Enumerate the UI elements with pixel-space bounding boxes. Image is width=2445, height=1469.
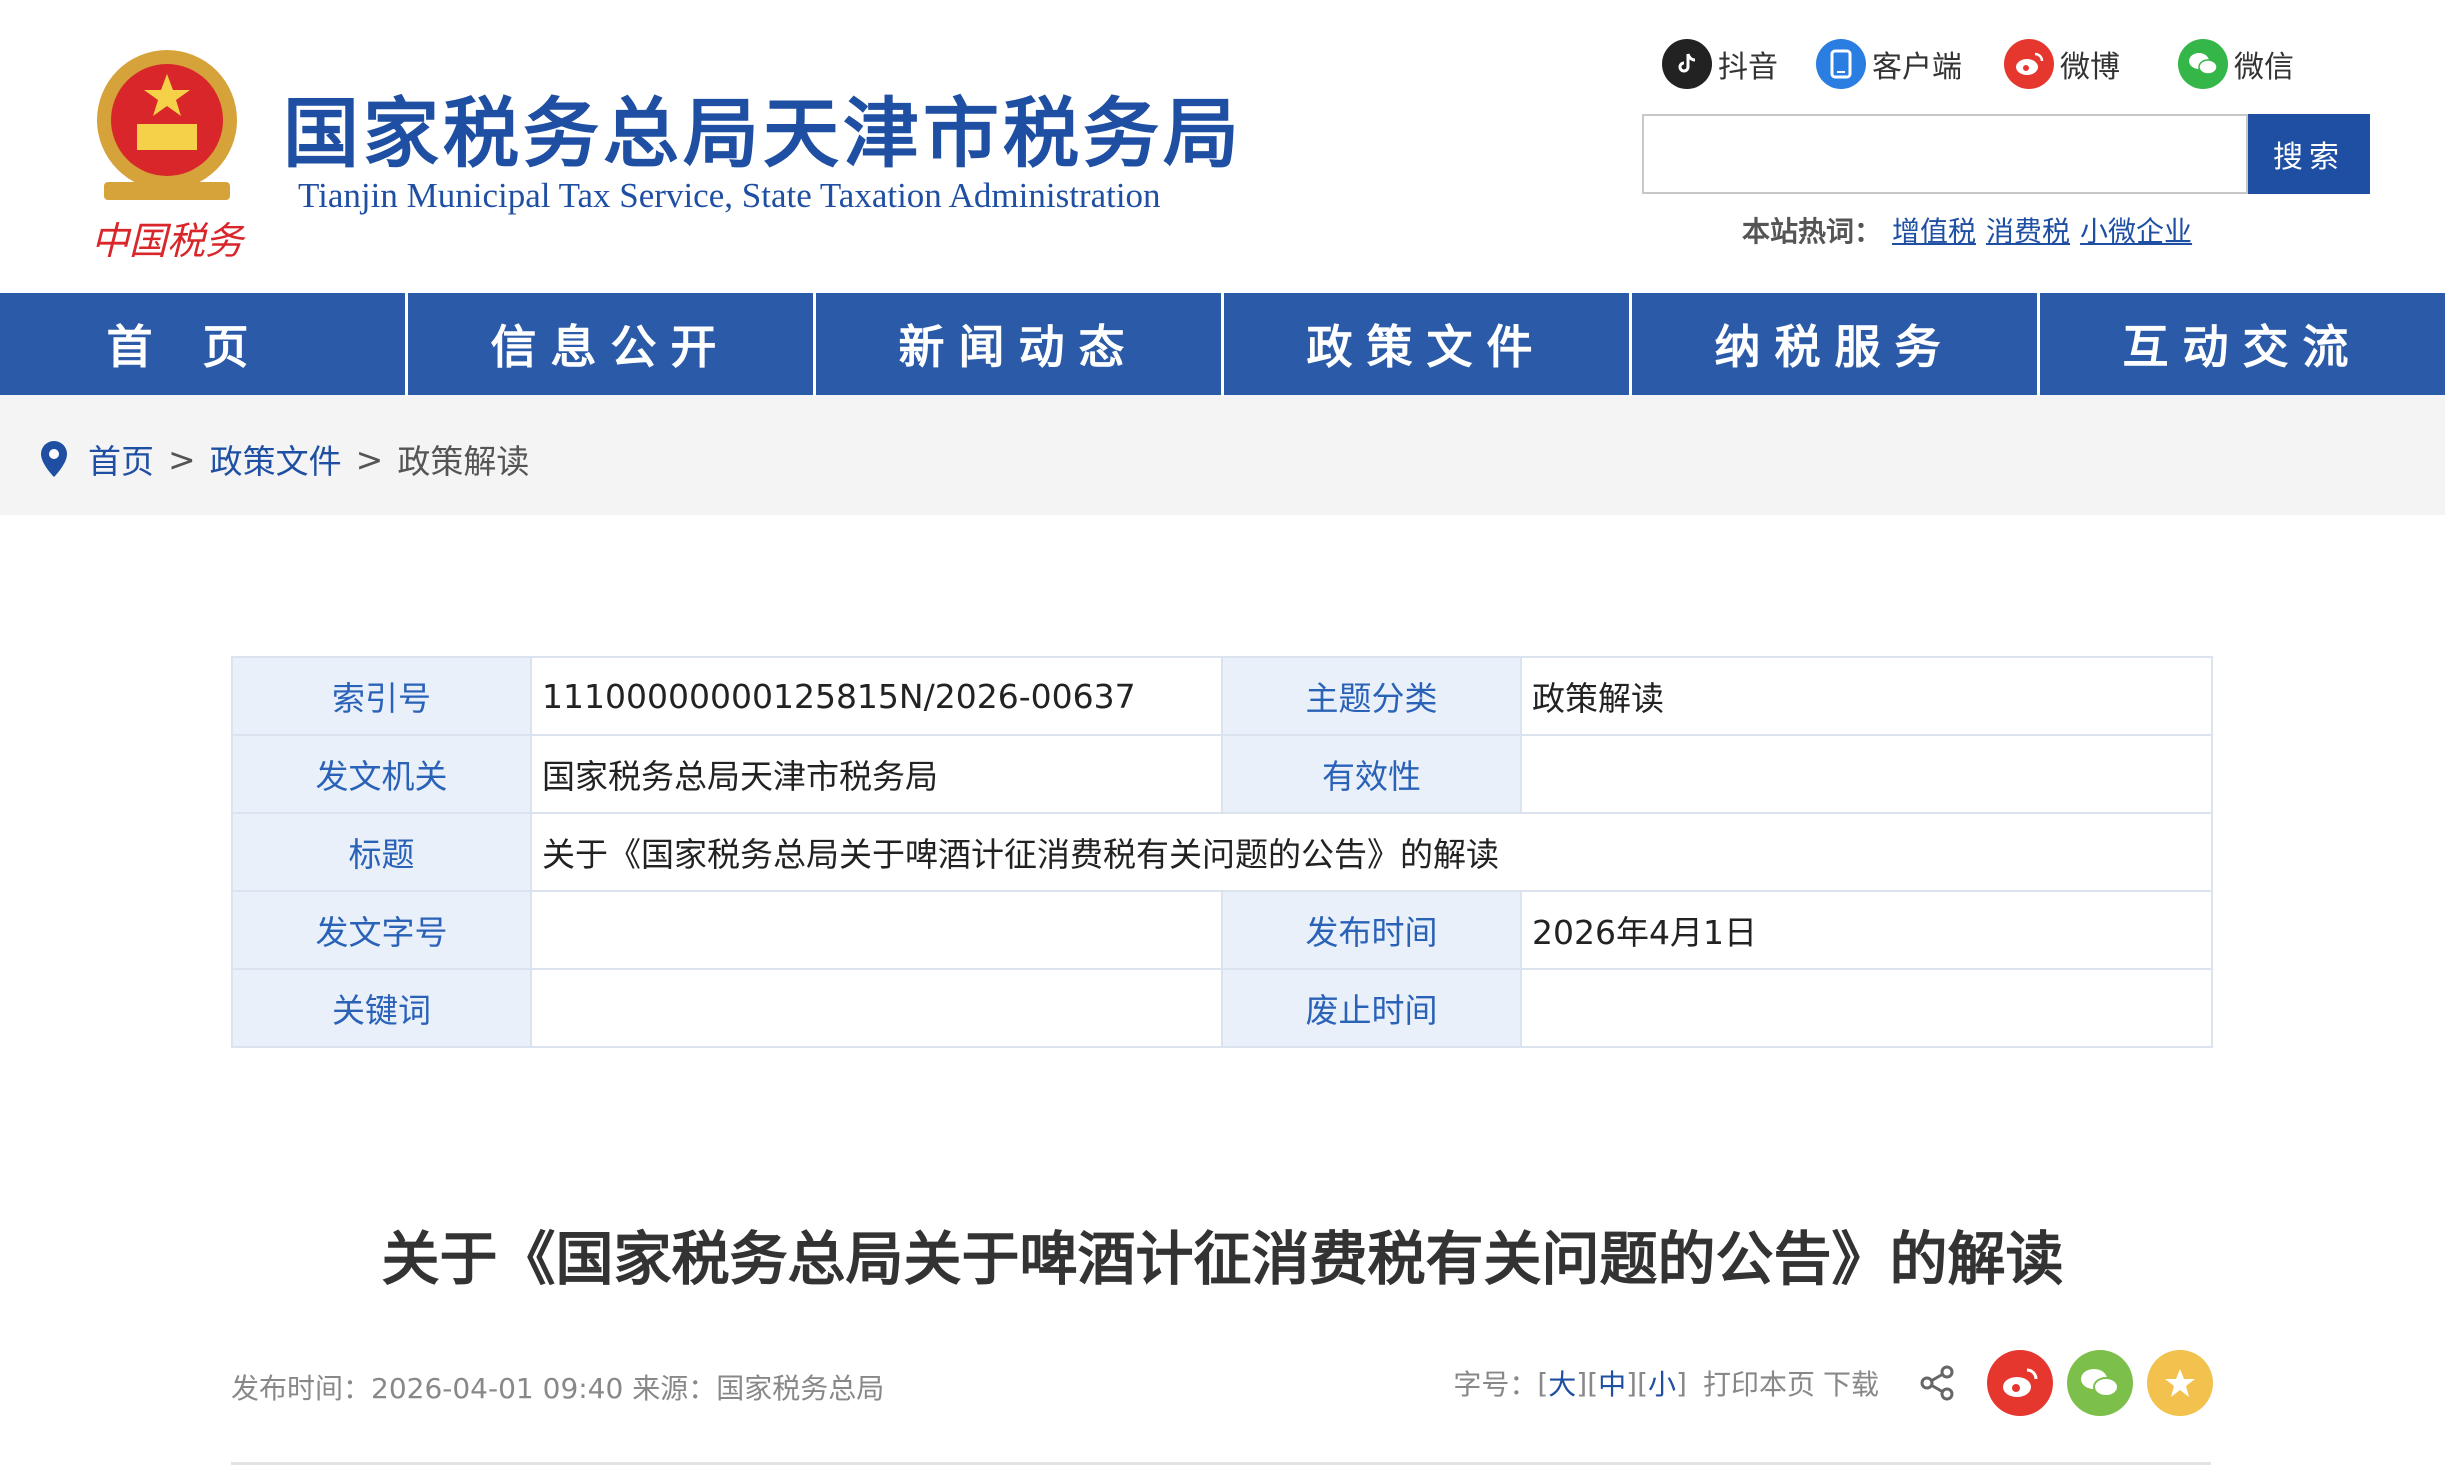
weibo-icon — [2004, 39, 2054, 89]
search-input[interactable] — [1642, 114, 2248, 194]
svg-text:中国税务: 中国税务 — [91, 219, 246, 263]
favorite-star-icon[interactable] — [2147, 1350, 2213, 1416]
share-weibo-icon[interactable] — [1987, 1350, 2053, 1416]
social-label: 微信 — [2234, 50, 2294, 85]
breadcrumb-separator: > — [355, 439, 384, 479]
font-medium-link[interactable]: 中 — [1598, 1363, 1626, 1403]
expiry-value — [1520, 968, 2213, 1048]
font-large-link[interactable]: 大 — [1548, 1363, 1576, 1403]
tiktok-icon — [1662, 39, 1712, 89]
hot-word-link[interactable]: 小微企业 — [2080, 215, 2192, 248]
social-label: 抖音 — [1718, 50, 1778, 85]
index-label: 索引号 — [231, 656, 532, 736]
validity-label: 有效性 — [1221, 734, 1522, 814]
social-wechat-link[interactable]: 微信 — [2178, 36, 2294, 92]
content-divider — [231, 1462, 2211, 1465]
docno-value — [530, 890, 1223, 970]
share-wechat-icon[interactable] — [2067, 1350, 2133, 1416]
nav-item-policy[interactable]: 政策文件 — [1224, 293, 1632, 395]
docno-label: 发文字号 — [231, 890, 532, 970]
table-row: 关键词 废止时间 — [231, 968, 2213, 1048]
hot-word-link[interactable]: 增值税 — [1892, 215, 1976, 248]
title-value: 关于《国家税务总局关于啤酒计征消费税有关问题的公告》的解读 — [530, 812, 2213, 892]
font-small-link[interactable]: 小 — [1648, 1363, 1676, 1403]
topic-label: 主题分类 — [1221, 656, 1522, 736]
hot-words-label: 本站热词： — [1742, 215, 1883, 248]
national-emblem-logo[interactable]: 中国税务 — [82, 42, 252, 267]
site-subtitle: Tianjin Municipal Tax Service, State Tax… — [298, 176, 1161, 215]
table-row: 发文机关 国家税务总局天津市税务局 有效性 — [231, 734, 2213, 814]
share-icon[interactable] — [1917, 1363, 1957, 1403]
breadcrumb-policy-link[interactable]: 政策文件 — [210, 435, 342, 483]
main-nav: 首页 信息公开 新闻动态 政策文件 纳税服务 互动交流 — [0, 293, 2445, 395]
hot-word-link[interactable]: 消费税 — [1986, 215, 2070, 248]
nav-item-interaction[interactable]: 互动交流 — [2040, 293, 2445, 395]
pubdate-value: 2026年4月1日 — [1520, 890, 2213, 970]
nav-item-news[interactable]: 新闻动态 — [816, 293, 1224, 395]
expiry-label: 废止时间 — [1221, 968, 1522, 1048]
table-row: 发文字号 发布时间 2026年4月1日 — [231, 890, 2213, 970]
social-tiktok-link[interactable]: 抖音 — [1662, 36, 1778, 92]
document-info-table: 索引号 11100000000125815N/2026-00637 主题分类 政… — [231, 656, 2213, 1048]
title-label: 标题 — [231, 812, 532, 892]
breadcrumb-separator: > — [168, 439, 196, 479]
article-tools: 字号： [大][中][小] 打印本页 下载 — [1453, 1348, 2213, 1418]
breadcrumb: 首页 > 政策文件 > 政策解读 — [36, 435, 529, 483]
table-row: 索引号 11100000000125815N/2026-00637 主题分类 政… — [231, 656, 2213, 736]
print-link[interactable]: 打印本页 — [1703, 1363, 1815, 1403]
mobile-app-icon — [1816, 39, 1866, 89]
article-title: 关于《国家税务总局关于啤酒计征消费税有关问题的公告》的解读 — [381, 1225, 2064, 1293]
validity-value — [1520, 734, 2213, 814]
social-app-link[interactable]: 客户端 — [1816, 36, 1962, 92]
keywords-label: 关键词 — [231, 968, 532, 1048]
topic-value: 政策解读 — [1520, 656, 2213, 736]
nav-item-home[interactable]: 首页 — [0, 293, 408, 395]
keywords-value — [530, 968, 1223, 1048]
table-row: 标题 关于《国家税务总局关于啤酒计征消费税有关问题的公告》的解读 — [231, 812, 2213, 892]
breadcrumb-current: 政策解读 — [397, 442, 530, 481]
issuer-value: 国家税务总局天津市税务局 — [530, 734, 1223, 814]
nav-item-info-disclosure[interactable]: 信息公开 — [408, 293, 816, 395]
pubdate-label: 发布时间 — [1221, 890, 1522, 970]
breadcrumb-bar: 首页 > 政策文件 > 政策解读 — [0, 395, 2445, 515]
location-pin-icon — [41, 441, 67, 477]
nav-item-tax-service[interactable]: 纳税服务 — [1632, 293, 2040, 395]
wechat-icon — [2178, 39, 2228, 89]
site-header: 中国税务 国家税务总局天津市税务局 Tianjin Municipal Tax … — [0, 0, 2445, 293]
social-label: 客户端 — [1872, 50, 1962, 85]
index-value: 11100000000125815N/2026-00637 — [530, 656, 1223, 736]
article-meta: 发布时间：2026-04-01 09:40 来源：国家税务总局 — [231, 1372, 885, 1405]
issuer-label: 发文机关 — [231, 734, 532, 814]
hot-words: 本站热词： 增值税 消费税 小微企业 — [1742, 210, 2192, 250]
search-button[interactable]: 搜索 — [2248, 114, 2370, 194]
social-label: 微博 — [2060, 50, 2120, 85]
site-title: 国家税务总局天津市税务局 — [283, 89, 1243, 178]
social-weibo-link[interactable]: 微博 — [2004, 36, 2120, 92]
font-size-label: 字号： — [1453, 1368, 1538, 1401]
download-link[interactable]: 下载 — [1823, 1363, 1879, 1403]
breadcrumb-home-link[interactable]: 首页 — [88, 435, 154, 483]
